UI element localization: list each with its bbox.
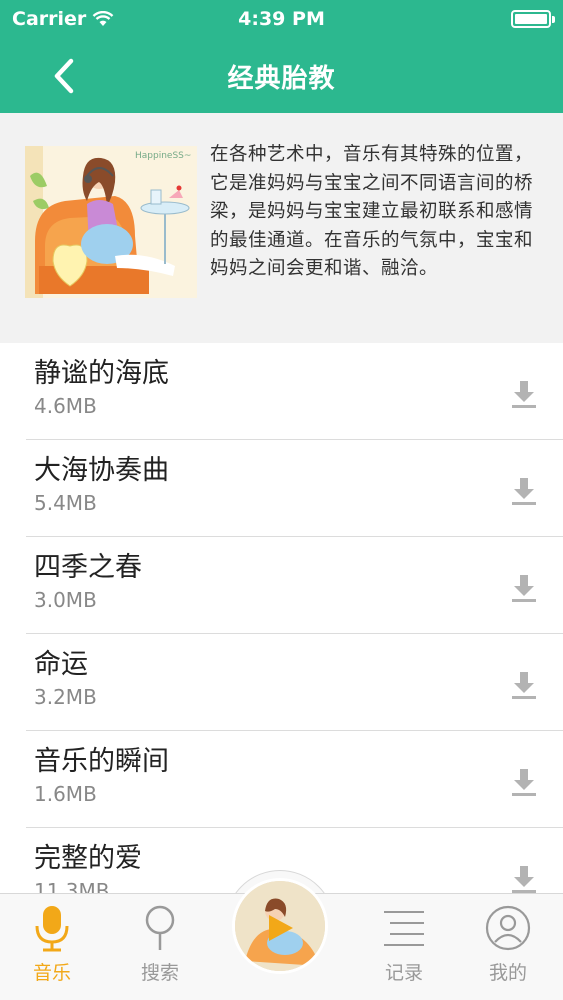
download-icon[interactable] (511, 573, 537, 603)
mother-listening-illustration: HappineSS~ (25, 146, 197, 298)
song-size: 3.2MB (34, 685, 97, 709)
search-icon (145, 905, 175, 950)
nav-header: Carrier 4:39 PM 经典胎教 (0, 0, 563, 113)
song-name: 完整的爱 (34, 843, 142, 874)
tab-music-label: 音乐 (32, 962, 71, 984)
song-item[interactable]: 大海协奏曲 5.4MB (26, 440, 563, 537)
song-name: 命运 (34, 649, 88, 680)
download-icon[interactable] (511, 767, 537, 797)
song-name: 四季之春 (34, 552, 142, 583)
microphone-icon (35, 906, 69, 952)
tab-record-label: 记录 (384, 962, 423, 984)
list-icon (384, 911, 424, 946)
tab-search-label: 搜索 (140, 962, 179, 984)
tab-search[interactable]: 搜索 (120, 904, 200, 994)
tab-music[interactable]: 音乐 (12, 904, 92, 994)
tab-mine[interactable]: 我的 (468, 904, 548, 994)
tab-mine-label: 我的 (488, 962, 527, 984)
song-list: 静谧的海底 4.6MB 大海协奏曲 5.4MB 四季之春 3.0MB 命运 3.… (0, 343, 563, 925)
song-item[interactable]: 音乐的瞬间 1.6MB (26, 731, 563, 828)
song-size: 1.6MB (34, 782, 97, 806)
status-time: 4:39 PM (238, 8, 325, 30)
page-title: 经典胎教 (227, 64, 336, 94)
illustration-caption: HappineSS~ (135, 151, 191, 161)
intro-description: 在各种艺术中，音乐有其特殊的位置，它是准妈妈与宝宝之间不同语言间的桥梁，是妈妈与… (210, 144, 534, 279)
album-art-thumbnail (235, 881, 325, 971)
song-name: 大海协奏曲 (34, 455, 169, 486)
song-item[interactable]: 命运 3.2MB (26, 634, 563, 731)
now-playing-button[interactable] (232, 878, 328, 974)
song-item[interactable]: 静谧的海底 4.6MB (26, 343, 563, 440)
intro-section: HappineSS~ 在各种艺术中，音乐有其特殊的位置，它是准妈妈与宝宝之间不同… (0, 113, 563, 343)
song-size: 3.0MB (34, 588, 97, 612)
intro-illustration: HappineSS~ (25, 146, 197, 298)
song-name: 静谧的海底 (34, 358, 169, 389)
download-icon[interactable] (511, 864, 537, 894)
tab-record[interactable]: 记录 (364, 904, 444, 994)
user-icon (485, 905, 531, 951)
download-icon[interactable] (511, 379, 537, 409)
song-name: 音乐的瞬间 (34, 746, 169, 777)
song-size: 5.4MB (34, 491, 97, 515)
battery-icon (511, 10, 555, 28)
song-item[interactable]: 四季之春 3.0MB (26, 537, 563, 634)
status-bar: Carrier 4:39 PM (0, 0, 563, 38)
song-size: 4.6MB (34, 394, 97, 418)
download-icon[interactable] (511, 670, 537, 700)
download-icon[interactable] (511, 476, 537, 506)
